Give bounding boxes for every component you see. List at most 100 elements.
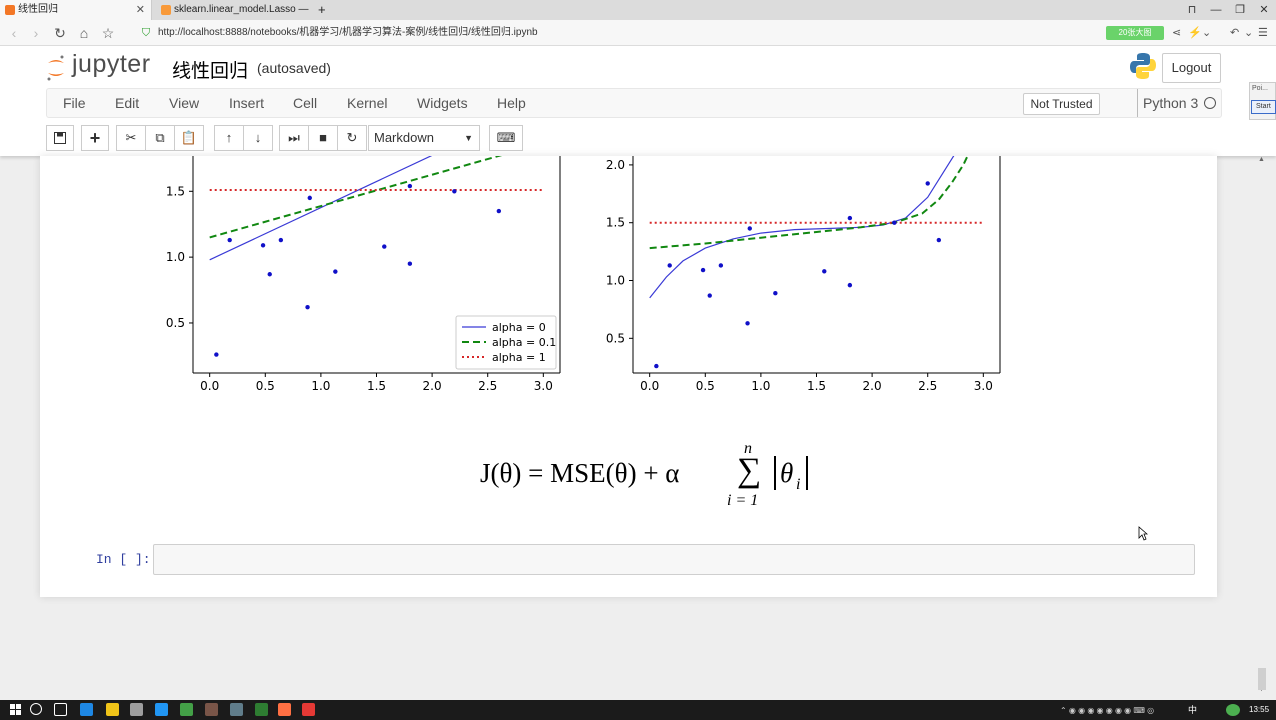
undo-icon[interactable]: ↶ xyxy=(1230,24,1239,42)
app-icon[interactable] xyxy=(230,703,243,716)
run-button[interactable]: ⏭ xyxy=(279,125,309,151)
jupyter-logo-text[interactable]: jupyter xyxy=(72,50,151,79)
notebook-title[interactable]: 线性回归 xyxy=(172,56,248,83)
data-point xyxy=(407,183,413,189)
legend-label: alpha = 1 xyxy=(492,351,546,364)
scrollbar-thumb[interactable] xyxy=(1258,668,1266,690)
menu-icon[interactable]: ☰ xyxy=(1258,24,1268,42)
code-cell-input[interactable] xyxy=(153,544,1195,575)
data-point xyxy=(260,243,266,248)
share-icon[interactable]: ⋖ xyxy=(1172,24,1181,42)
app-icon[interactable] xyxy=(255,703,268,716)
reload-icon[interactable]: ↻ xyxy=(50,23,70,43)
menu-cell[interactable]: Cell xyxy=(293,89,317,117)
side-widget-label: Poi... xyxy=(1252,85,1268,92)
series-line-1 xyxy=(209,156,503,239)
chevron-down-icon[interactable]: ⌄ xyxy=(1202,24,1211,42)
browser-tab[interactable]: sklearn.linear_model.Lasso — xyxy=(156,0,314,20)
tab-title: sklearn.linear_model.Lasso — xyxy=(174,4,309,15)
paste-button[interactable]: 📋 xyxy=(174,125,204,151)
jupyter-logo-icon[interactable] xyxy=(46,54,66,82)
x-tick-label: 0.5 xyxy=(256,379,275,393)
new-tab-button[interactable]: + xyxy=(314,0,334,20)
os-taskbar: ⌃ ◉ ◉ ◉ ◉ ◉ ◉ ◉ ⌨ ◎ 中 13:55 xyxy=(0,700,1276,720)
scroll-up-icon[interactable]: ▲ xyxy=(1258,156,1265,163)
store-icon[interactable] xyxy=(130,703,143,716)
menu-file[interactable]: File xyxy=(63,89,86,117)
data-point xyxy=(892,220,897,225)
side-widget-start-button[interactable]: Start xyxy=(1251,100,1276,114)
formula-sigma: ∑ xyxy=(737,452,762,489)
data-point xyxy=(847,215,853,221)
restart-button[interactable]: ↻ xyxy=(337,125,367,151)
save-button[interactable] xyxy=(46,125,74,151)
series-line-0 xyxy=(209,156,433,261)
interrupt-button[interactable]: ■ xyxy=(308,125,338,151)
arrow-up-icon: ↑ xyxy=(225,130,233,145)
data-point xyxy=(745,321,750,326)
flash-icon[interactable]: ⚡ xyxy=(1188,24,1202,42)
app-icon[interactable] xyxy=(302,703,315,716)
home-icon[interactable]: ⌂ xyxy=(74,23,94,43)
menu-insert[interactable]: Insert xyxy=(229,89,264,117)
kernel-name: Python 3 xyxy=(1137,89,1198,117)
file-explorer-icon[interactable] xyxy=(106,703,119,716)
copy-button[interactable]: ⧉ xyxy=(145,125,175,151)
data-point xyxy=(700,267,706,273)
notification-icon[interactable] xyxy=(1226,704,1240,716)
ime-indicator[interactable]: 中 xyxy=(1188,700,1197,720)
app-icon[interactable] xyxy=(205,703,218,716)
data-point xyxy=(407,261,413,266)
windows-start-icon[interactable] xyxy=(10,704,22,716)
page-scrollbar[interactable]: ▲ ▼ xyxy=(1256,156,1268,696)
extension-badge[interactable]: 20张大图 xyxy=(1106,26,1164,40)
menu-help[interactable]: Help xyxy=(497,89,526,117)
edge-icon[interactable] xyxy=(80,703,93,716)
browser-tab-bar: 线性回归 ✕ sklearn.linear_model.Lasso — + ⊓ … xyxy=(0,0,1276,20)
add-cell-button[interactable]: + xyxy=(81,125,109,151)
cut-button[interactable]: ✂ xyxy=(116,125,146,151)
move-down-button[interactable]: ↓ xyxy=(243,125,273,151)
not-trusted-button[interactable]: Not Trusted xyxy=(1023,93,1100,115)
star-icon[interactable]: ☆ xyxy=(98,23,118,43)
forward-icon[interactable]: › xyxy=(26,23,46,43)
keyboard-icon: ⌨ xyxy=(496,130,516,145)
chat-app-icon[interactable] xyxy=(180,703,193,716)
back-icon[interactable]: ‹ xyxy=(4,23,24,43)
data-point xyxy=(773,291,778,296)
x-tick-label: 0.0 xyxy=(640,379,659,393)
sklearn-favicon-icon xyxy=(161,5,171,15)
chevron-down-icon[interactable]: ⌄ xyxy=(1244,24,1253,42)
x-tick-label: 1.0 xyxy=(751,379,770,393)
close-window-icon[interactable]: ✕ xyxy=(1252,0,1276,20)
url-prefix: http://localhost:8888/ xyxy=(158,27,251,38)
app-icon[interactable] xyxy=(278,703,291,716)
close-icon[interactable]: ✕ xyxy=(136,0,145,20)
menu-widgets[interactable]: Widgets xyxy=(417,89,468,117)
tab-title: 线性回归 xyxy=(18,4,58,15)
menu-view[interactable]: View xyxy=(169,89,199,117)
pin-icon[interactable]: ⊓ xyxy=(1180,0,1204,20)
y-tick-label: 1.5 xyxy=(166,184,185,198)
move-up-button[interactable]: ↑ xyxy=(214,125,244,151)
data-point xyxy=(267,272,272,277)
logout-button[interactable]: Logout xyxy=(1162,53,1221,83)
clock[interactable]: 13:55 xyxy=(1249,700,1269,720)
browser-tab-active[interactable]: 线性回归 ✕ xyxy=(0,0,152,20)
app-icon[interactable] xyxy=(155,703,168,716)
task-view-icon[interactable] xyxy=(54,703,67,716)
minimize-icon[interactable]: — xyxy=(1204,0,1228,20)
x-tick-label: 2.5 xyxy=(918,379,937,393)
y-tick-label: 1.5 xyxy=(606,216,625,230)
url-field[interactable]: http://localhost:8888/notebooks/机器学习/机器学… xyxy=(158,25,538,41)
command-palette-button[interactable]: ⌨ xyxy=(489,125,523,151)
maximize-icon[interactable]: ❐ xyxy=(1228,0,1252,20)
search-icon[interactable] xyxy=(30,703,42,715)
x-tick-label: 0.0 xyxy=(200,379,219,393)
menu-kernel[interactable]: Kernel xyxy=(347,89,387,117)
abs-bar-right xyxy=(806,456,808,490)
menu-edit[interactable]: Edit xyxy=(115,89,139,117)
system-tray-icons[interactable]: ⌃ ◉ ◉ ◉ ◉ ◉ ◉ ◉ ⌨ ◎ xyxy=(1060,706,1180,715)
cell-type-select[interactable]: Markdown ▼ xyxy=(368,125,480,151)
stop-icon: ■ xyxy=(319,130,327,145)
